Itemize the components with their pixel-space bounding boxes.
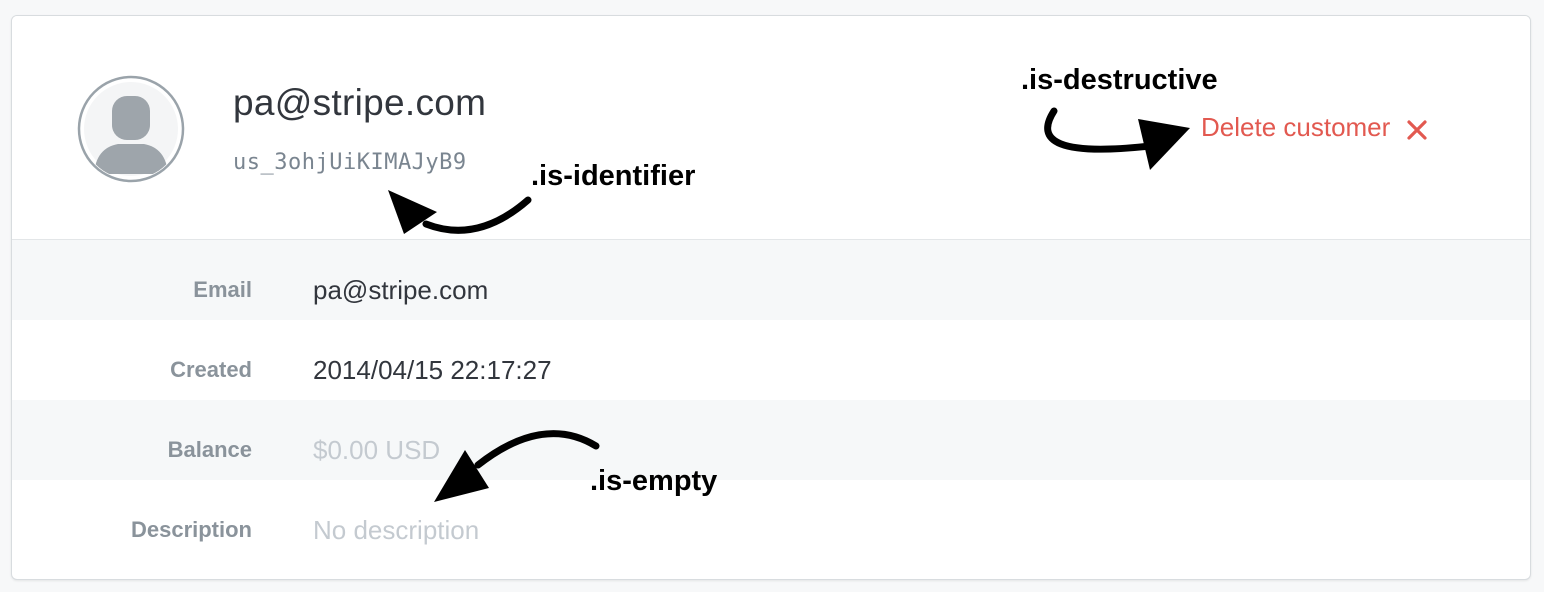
detail-value: 2014/04/15 22:17:27	[313, 355, 552, 385]
detail-value-empty: No description	[313, 515, 480, 545]
close-icon	[1406, 117, 1428, 140]
user-placeholder-icon	[77, 75, 185, 183]
detail-row-description: Description No description	[12, 480, 1530, 560]
customer-card: pa@stripe.com us_3ohjUiKIMAJyB9 Delete c…	[11, 15, 1531, 580]
customer-title: pa@stripe.com	[233, 82, 487, 123]
detail-label: Balance	[167, 437, 252, 462]
detail-row-created: Created 2014/04/15 22:17:27	[12, 320, 1530, 400]
avatar	[76, 74, 186, 184]
detail-label: Email	[193, 277, 252, 302]
details-list: Email pa@stripe.com Created 2014/04/15 2…	[12, 240, 1530, 560]
detail-row-email: Email pa@stripe.com	[12, 240, 1530, 320]
annotation-empty: .is-empty	[590, 465, 718, 497]
annotation-identifier: .is-identifier	[531, 160, 696, 192]
delete-customer-label: Delete customer	[1201, 112, 1391, 142]
annotation-destructive: .is-destructive	[1021, 64, 1218, 96]
customer-identifier: us_3ohjUiKIMAJyB9	[233, 150, 467, 175]
detail-label: Description	[130, 517, 252, 542]
detail-value: pa@stripe.com	[313, 275, 489, 305]
detail-row-balance: Balance $0.00 USD	[12, 400, 1530, 480]
detail-value-empty: $0.00 USD	[313, 435, 441, 465]
detail-label: Created	[170, 357, 252, 382]
delete-customer-button[interactable]: Delete customer	[1201, 112, 1428, 143]
customer-header: pa@stripe.com us_3ohjUiKIMAJyB9 Delete c…	[12, 16, 1530, 240]
